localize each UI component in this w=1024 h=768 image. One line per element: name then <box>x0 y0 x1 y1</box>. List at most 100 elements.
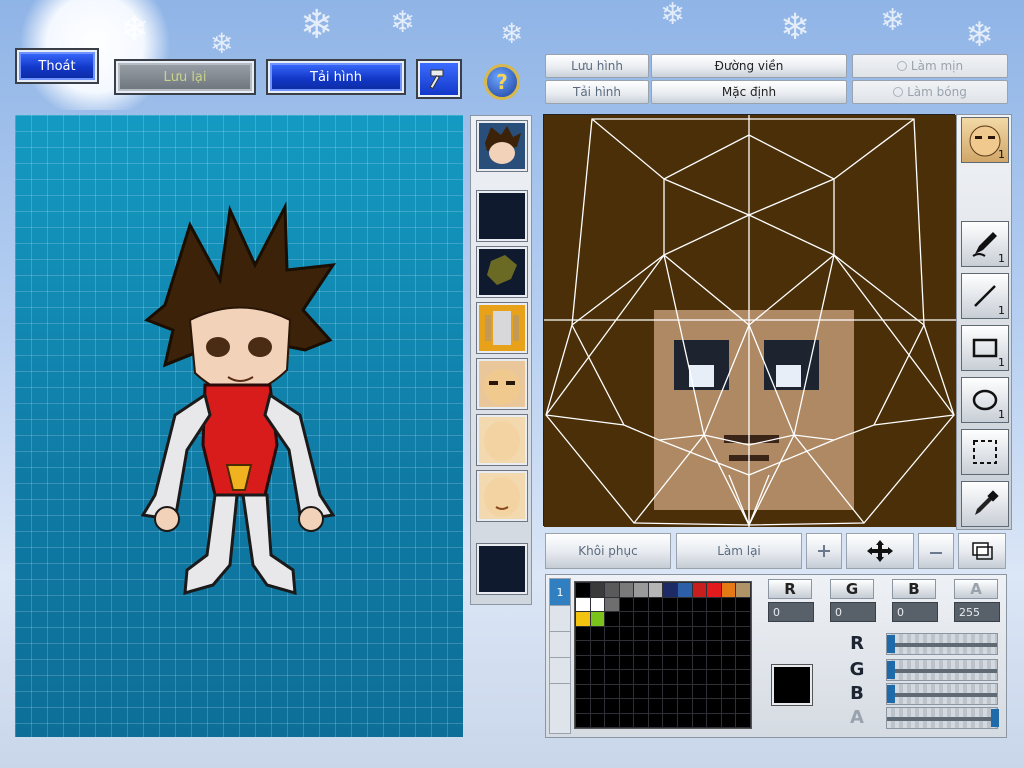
palette-color-cell[interactable] <box>576 670 590 684</box>
hammer-button[interactable] <box>416 59 462 99</box>
palette-color-cell[interactable] <box>721 670 736 684</box>
palette-color-cell[interactable] <box>634 670 648 684</box>
palette-color-cell[interactable] <box>692 655 707 669</box>
palette-color-cell[interactable] <box>590 699 605 713</box>
palette-color-cell[interactable] <box>648 612 663 626</box>
palette-color-cell[interactable] <box>736 612 750 626</box>
part-slot-empty[interactable] <box>476 190 528 242</box>
palette-color-cell[interactable] <box>576 713 590 727</box>
palette-color-cell[interactable] <box>590 626 605 640</box>
palette-color-cell[interactable] <box>648 641 663 655</box>
palette-color-cell[interactable] <box>634 626 648 640</box>
palette-color-cell[interactable] <box>619 713 634 727</box>
face-preset-tool[interactable]: 1 <box>961 117 1009 163</box>
palette-color-cell[interactable] <box>576 583 590 597</box>
reload-button[interactable]: Tải hình <box>266 59 406 95</box>
palette-color-cell[interactable] <box>707 670 721 684</box>
palette-color-cell[interactable] <box>721 612 736 626</box>
palette-color-cell[interactable] <box>648 670 663 684</box>
palette-color-cell[interactable] <box>692 684 707 698</box>
palette-color-cell[interactable] <box>605 612 619 626</box>
palette-color-cell[interactable] <box>634 583 648 597</box>
eyedropper-tool[interactable] <box>961 481 1009 527</box>
palette-color-cell[interactable] <box>707 641 721 655</box>
palette-color-cell[interactable] <box>692 597 707 611</box>
palette-color-cell[interactable] <box>605 641 619 655</box>
palette-color-cell[interactable] <box>736 641 750 655</box>
palette-color-cell[interactable] <box>576 699 590 713</box>
palette-color-cell[interactable] <box>619 684 634 698</box>
palette-color-cell[interactable] <box>678 670 692 684</box>
part-slot-head[interactable] <box>476 120 528 172</box>
line-tool[interactable]: 1 <box>961 273 1009 319</box>
layer-item[interactable] <box>550 683 570 709</box>
palette-color-cell[interactable] <box>590 597 605 611</box>
palette-color-cell[interactable] <box>707 612 721 626</box>
a-value-field[interactable]: 255 <box>954 602 1000 622</box>
palette-color-cell[interactable] <box>678 626 692 640</box>
palette-color-cell[interactable] <box>721 583 736 597</box>
palette-color-cell[interactable] <box>736 699 750 713</box>
palette-color-cell[interactable] <box>634 641 648 655</box>
palette-color-cell[interactable] <box>707 583 721 597</box>
palette-color-cell[interactable] <box>590 612 605 626</box>
layer-button[interactable] <box>958 533 1006 569</box>
palette-color-cell[interactable] <box>605 597 619 611</box>
palette-color-cell[interactable] <box>707 597 721 611</box>
smooth-button[interactable]: Làm mịn <box>852 54 1008 78</box>
palette-color-cell[interactable] <box>692 670 707 684</box>
palette-color-cell[interactable] <box>648 597 663 611</box>
layer-item[interactable] <box>550 657 570 683</box>
palette-color-cell[interactable] <box>605 684 619 698</box>
ellipse-tool[interactable]: 1 <box>961 377 1009 423</box>
palette-color-cell[interactable] <box>707 626 721 640</box>
palette-color-cell[interactable] <box>663 713 678 727</box>
palette-color-cell[interactable] <box>590 583 605 597</box>
palette-color-cell[interactable] <box>721 641 736 655</box>
palette-color-cell[interactable] <box>590 641 605 655</box>
palette-color-cell[interactable] <box>634 699 648 713</box>
palette-color-cell[interactable] <box>663 612 678 626</box>
slider-knob[interactable] <box>991 709 999 727</box>
palette-color-cell[interactable] <box>576 626 590 640</box>
exit-button[interactable]: Thoát <box>15 48 99 84</box>
palette-color-cell[interactable] <box>736 583 750 597</box>
palette-color-cell[interactable] <box>692 583 707 597</box>
palette-color-cell[interactable] <box>736 597 750 611</box>
palette-color-cell[interactable] <box>590 670 605 684</box>
rectangle-tool[interactable]: 1 <box>961 325 1009 371</box>
select-tool[interactable] <box>961 429 1009 475</box>
part-slot-empty[interactable] <box>476 543 528 595</box>
palette-color-cell[interactable] <box>634 612 648 626</box>
palette-color-cell[interactable] <box>619 641 634 655</box>
palette-color-cell[interactable] <box>619 699 634 713</box>
palette-color-cell[interactable] <box>634 655 648 669</box>
palette-color-cell[interactable] <box>678 583 692 597</box>
palette-color-cell[interactable] <box>663 699 678 713</box>
palette-color-cell[interactable] <box>576 612 590 626</box>
g-slider[interactable] <box>886 659 998 681</box>
palette-color-cell[interactable] <box>707 713 721 727</box>
palette-color-cell[interactable] <box>721 713 736 727</box>
palette-color-cell[interactable] <box>663 670 678 684</box>
palette-color-cell[interactable] <box>692 713 707 727</box>
part-slot-face-2[interactable] <box>476 414 528 466</box>
save-button[interactable]: Lưu lại <box>114 59 256 95</box>
palette-color-cell[interactable] <box>736 670 750 684</box>
palette-color-cell[interactable] <box>736 684 750 698</box>
palette-color-cell[interactable] <box>605 626 619 640</box>
palette-color-cell[interactable] <box>678 597 692 611</box>
palette-color-cell[interactable] <box>648 583 663 597</box>
palette-color-cell[interactable] <box>619 655 634 669</box>
palette-color-cell[interactable] <box>648 655 663 669</box>
palette-color-cell[interactable] <box>721 699 736 713</box>
palette-color-cell[interactable] <box>692 699 707 713</box>
help-button[interactable]: ? <box>484 64 520 100</box>
redo-button[interactable]: Làm lại <box>676 533 802 569</box>
palette-color-cell[interactable] <box>605 713 619 727</box>
palette-color-cell[interactable] <box>663 597 678 611</box>
palette-color-cell[interactable] <box>736 713 750 727</box>
r-value-field[interactable]: 0 <box>768 602 814 622</box>
slider-knob[interactable] <box>887 661 895 679</box>
palette-color-cell[interactable] <box>663 655 678 669</box>
